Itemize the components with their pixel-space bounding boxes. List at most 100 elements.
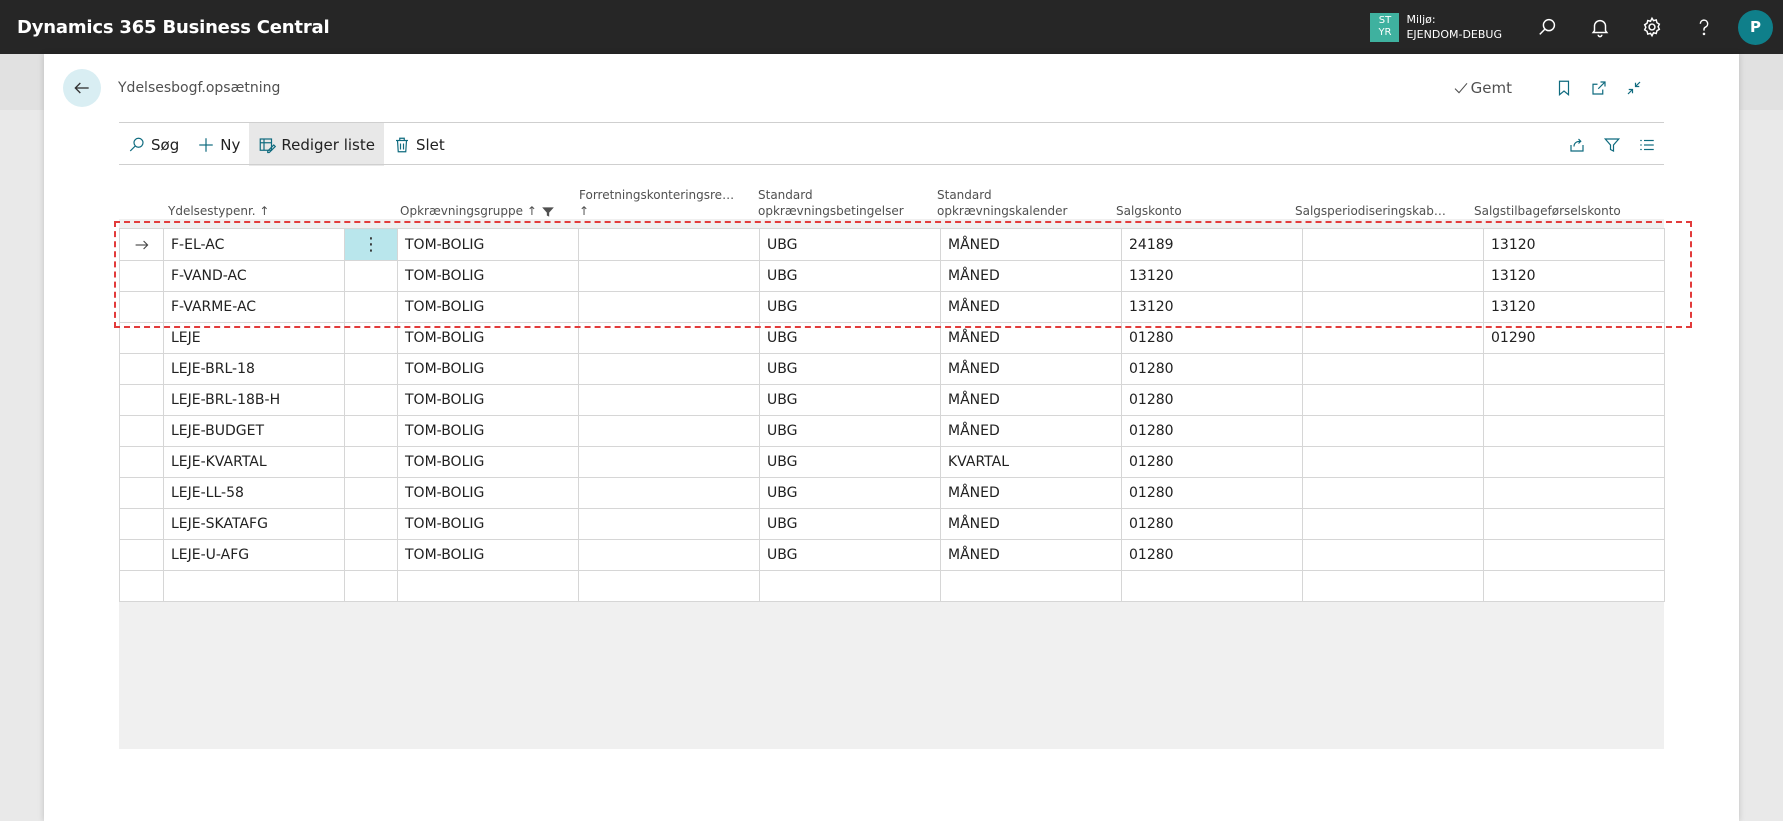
cell-deferral[interactable] xyxy=(1302,291,1484,323)
cell-calendar[interactable] xyxy=(940,570,1122,602)
row-menu[interactable] xyxy=(344,322,398,354)
cell-reversal[interactable] xyxy=(1483,415,1665,447)
cell-terms[interactable]: UBG xyxy=(759,228,941,261)
cell-type[interactable]: LEJE-LL-58 xyxy=(163,477,345,509)
cell-group[interactable]: TOM-BOLIG xyxy=(397,353,579,385)
cell-calendar[interactable]: MÅNED xyxy=(940,477,1122,509)
environment-info[interactable]: Miljø: EJENDOM-DEBUG xyxy=(1406,12,1502,42)
cell-deferral[interactable] xyxy=(1302,260,1484,292)
cell-terms[interactable]: UBG xyxy=(759,508,941,540)
cell-calendar[interactable]: MÅNED xyxy=(940,508,1122,540)
column-header-type[interactable]: Ydelsestypenr. ↑ xyxy=(168,203,269,219)
cell-sales[interactable]: 01280 xyxy=(1121,384,1303,416)
cell-terms[interactable]: UBG xyxy=(759,322,941,354)
open-new-window-icon[interactable] xyxy=(1581,74,1616,102)
row-menu[interactable]: ⋮ xyxy=(344,228,398,261)
cell-group[interactable]: TOM-BOLIG xyxy=(397,291,579,323)
cell-reversal[interactable] xyxy=(1483,353,1665,385)
cell-type[interactable] xyxy=(163,570,345,602)
table-row[interactable]: LEJE-BRL-18B-H TOM-BOLIG UBG MÅNED 01280 xyxy=(119,384,1665,416)
row-menu[interactable] xyxy=(344,353,398,385)
row-menu[interactable] xyxy=(344,570,398,602)
row-indicator[interactable] xyxy=(119,384,164,416)
table-row[interactable]: F-EL-AC ⋮ TOM-BOLIG UBG MÅNED 24189 13120 xyxy=(119,228,1665,261)
cell-deferral[interactable] xyxy=(1302,477,1484,509)
delete-button[interactable]: Slet xyxy=(384,123,454,166)
table-row[interactable]: F-VARME-AC TOM-BOLIG UBG MÅNED 13120 13120 xyxy=(119,291,1665,323)
row-indicator[interactable] xyxy=(119,570,164,602)
cell-terms[interactable]: UBG xyxy=(759,446,941,478)
cell-bus[interactable] xyxy=(578,415,760,447)
row-indicator[interactable] xyxy=(119,415,164,447)
table-row[interactable]: LEJE-BRL-18 TOM-BOLIG UBG MÅNED 01280 xyxy=(119,353,1665,385)
table-row[interactable]: LEJE TOM-BOLIG UBG MÅNED 01280 01290 xyxy=(119,322,1665,354)
cell-terms[interactable]: UBG xyxy=(759,415,941,447)
cell-group[interactable]: TOM-BOLIG xyxy=(397,228,579,261)
cell-sales[interactable]: 13120 xyxy=(1121,260,1303,292)
cell-reversal[interactable]: 13120 xyxy=(1483,228,1665,261)
new-button[interactable]: Ny xyxy=(188,123,249,166)
cell-sales[interactable]: 13120 xyxy=(1121,291,1303,323)
cell-reversal[interactable] xyxy=(1483,446,1665,478)
row-indicator[interactable] xyxy=(119,228,164,261)
table-row[interactable]: LEJE-KVARTAL TOM-BOLIG UBG KVARTAL 01280 xyxy=(119,446,1665,478)
user-avatar[interactable]: P xyxy=(1738,9,1773,45)
cell-terms[interactable]: UBG xyxy=(759,384,941,416)
row-indicator[interactable] xyxy=(119,322,164,354)
cell-type[interactable]: LEJE-BUDGET xyxy=(163,415,345,447)
search-icon[interactable] xyxy=(1522,0,1574,54)
cell-terms[interactable] xyxy=(759,570,941,602)
cell-bus[interactable] xyxy=(578,322,760,354)
row-menu[interactable] xyxy=(344,260,398,292)
cell-calendar[interactable]: MÅNED xyxy=(940,384,1122,416)
cell-group[interactable]: TOM-BOLIG xyxy=(397,260,579,292)
cell-sales[interactable]: 01280 xyxy=(1121,508,1303,540)
cell-terms[interactable]: UBG xyxy=(759,539,941,571)
cell-bus[interactable] xyxy=(578,353,760,385)
cell-deferral[interactable] xyxy=(1302,446,1484,478)
cell-sales[interactable]: 01280 xyxy=(1121,477,1303,509)
cell-deferral[interactable] xyxy=(1302,508,1484,540)
cell-deferral[interactable] xyxy=(1302,539,1484,571)
cell-calendar[interactable]: MÅNED xyxy=(940,322,1122,354)
row-indicator[interactable] xyxy=(119,539,164,571)
table-row[interactable]: F-VAND-AC TOM-BOLIG UBG MÅNED 13120 13120 xyxy=(119,260,1665,292)
gear-icon[interactable] xyxy=(1626,0,1678,54)
table-row[interactable]: LEJE-LL-58 TOM-BOLIG UBG MÅNED 01280 xyxy=(119,477,1665,509)
column-header-sales-account[interactable]: Salgskonto xyxy=(1116,203,1182,219)
environment-badge[interactable]: ST YR xyxy=(1370,12,1400,42)
column-header-calendar[interactable]: Standard opkrævningskalender xyxy=(937,187,1068,219)
cell-group[interactable] xyxy=(397,570,579,602)
cell-calendar[interactable]: MÅNED xyxy=(940,291,1122,323)
row-menu[interactable] xyxy=(344,415,398,447)
column-header-deferral[interactable]: Salgsperiodiseringskab… xyxy=(1295,203,1446,219)
cell-calendar[interactable]: MÅNED xyxy=(940,260,1122,292)
cell-bus[interactable] xyxy=(578,477,760,509)
search-button[interactable]: Søg xyxy=(119,123,188,166)
row-indicator[interactable] xyxy=(119,477,164,509)
cell-sales[interactable]: 01280 xyxy=(1121,353,1303,385)
cell-deferral[interactable] xyxy=(1302,353,1484,385)
cell-group[interactable]: TOM-BOLIG xyxy=(397,322,579,354)
cell-bus[interactable] xyxy=(578,291,760,323)
cell-terms[interactable]: UBG xyxy=(759,353,941,385)
cell-terms[interactable]: UBG xyxy=(759,477,941,509)
row-indicator[interactable] xyxy=(119,260,164,292)
row-menu[interactable] xyxy=(344,446,398,478)
cell-sales[interactable]: 01280 xyxy=(1121,322,1303,354)
cell-calendar[interactable]: MÅNED xyxy=(940,415,1122,447)
row-indicator[interactable] xyxy=(119,508,164,540)
cell-deferral[interactable] xyxy=(1302,415,1484,447)
cell-reversal[interactable]: 01290 xyxy=(1483,322,1665,354)
cell-group[interactable]: TOM-BOLIG xyxy=(397,539,579,571)
column-header-business-posting[interactable]: Forretningskonteringsre… ↑ xyxy=(579,187,734,219)
table-row[interactable]: LEJE-U-AFG TOM-BOLIG UBG MÅNED 01280 xyxy=(119,539,1665,571)
cell-reversal[interactable]: 13120 xyxy=(1483,260,1665,292)
row-menu[interactable] xyxy=(344,508,398,540)
row-menu[interactable] xyxy=(344,477,398,509)
back-button[interactable] xyxy=(63,69,101,107)
cell-type[interactable]: LEJE-SKATAFG xyxy=(163,508,345,540)
cell-type[interactable]: LEJE-BRL-18B-H xyxy=(163,384,345,416)
share-icon[interactable] xyxy=(1559,123,1594,166)
cell-deferral[interactable] xyxy=(1302,570,1484,602)
